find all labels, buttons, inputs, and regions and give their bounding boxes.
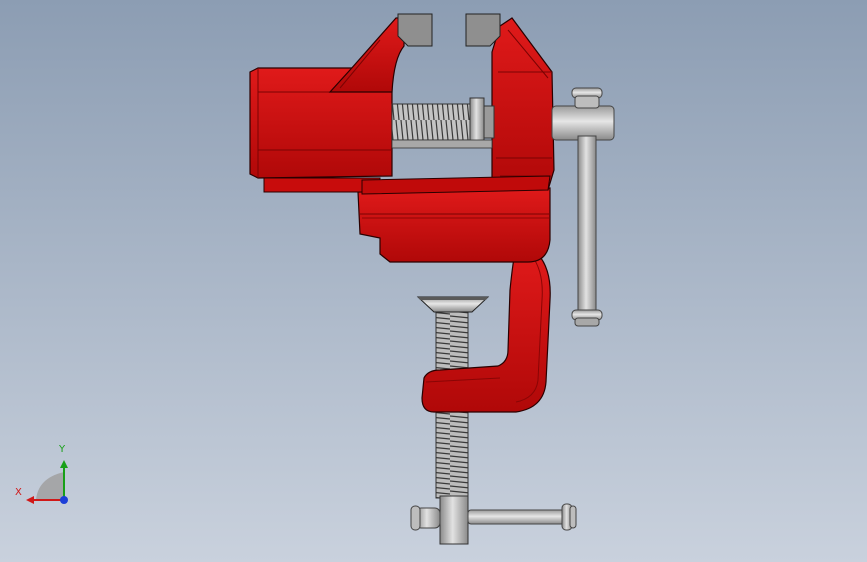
viewport-background [0, 0, 867, 562]
lead-screw[interactable] [391, 97, 495, 149]
vise-base[interactable] [357, 187, 551, 263]
jaw-pad-left [397, 13, 433, 47]
triad-z-axis-icon [60, 496, 68, 504]
3d-viewport[interactable]: X Y [0, 0, 867, 562]
jaw-pad-right [465, 13, 501, 47]
cad-model-view[interactable] [0, 0, 867, 562]
triad-y-label: Y [59, 444, 66, 455]
triad-x-label: X [15, 487, 22, 498]
